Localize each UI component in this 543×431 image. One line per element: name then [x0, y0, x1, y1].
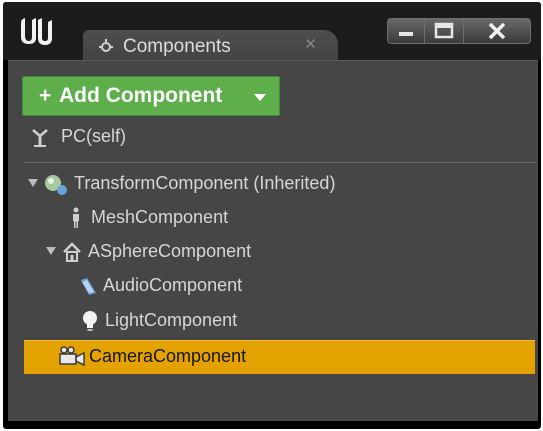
tree-item-label: MeshComponent [91, 207, 229, 227]
close-icon [488, 22, 506, 40]
divider [24, 162, 536, 163]
transform-icon [45, 175, 67, 195]
expand-arrow-icon[interactable] [28, 179, 38, 187]
tree-item-label: AudioComponent [103, 275, 243, 295]
tree-item-self[interactable]: PC(self) [5, 121, 535, 154]
close-button[interactable] [463, 18, 531, 44]
tree-item-mesh[interactable]: MeshComponent [5, 202, 535, 235]
components-tab-icon [99, 39, 113, 52]
camera-icon [59, 346, 85, 367]
tree-item-label: ASphereComponent [88, 241, 252, 261]
title-bar[interactable]: Components × [3, 2, 541, 62]
add-component-button[interactable]: + Add Component [22, 76, 280, 116]
tab-close-button[interactable]: × [305, 34, 316, 56]
audio-icon [81, 278, 96, 295]
minimize-icon [399, 32, 413, 36]
tree-item-camera[interactable]: CameraComponent [24, 340, 535, 374]
unreal-logo-icon [21, 18, 52, 45]
mesh-icon [73, 207, 79, 228]
tree-item-label: LightComponent [105, 310, 238, 330]
maximize-icon [434, 22, 454, 39]
tree-item-asphere[interactable]: ASphereComponent [5, 236, 535, 269]
plus-icon: + [39, 84, 52, 107]
tree-item-transform[interactable]: TransformComponent (Inherited) [5, 168, 535, 201]
tab-components[interactable]: Components × [83, 30, 338, 62]
minimize-button[interactable] [387, 18, 425, 44]
tree-item-audio[interactable]: AudioComponent [5, 270, 535, 303]
tree-item-label: CameraComponent [89, 346, 247, 366]
sphere-icon [63, 242, 81, 262]
expand-arrow-icon[interactable] [46, 247, 56, 255]
tab-title: Components [123, 36, 231, 57]
tree-item-light[interactable]: LightComponent [5, 305, 535, 338]
dropdown-caret-icon [254, 94, 266, 101]
actor-icon [32, 129, 48, 147]
maximize-button[interactable] [424, 18, 464, 44]
add-component-label: Add Component [59, 84, 223, 107]
tree-item-label: TransformComponent (Inherited) [74, 173, 336, 193]
tree-item-label: PC(self) [61, 126, 127, 146]
light-icon [83, 311, 97, 331]
